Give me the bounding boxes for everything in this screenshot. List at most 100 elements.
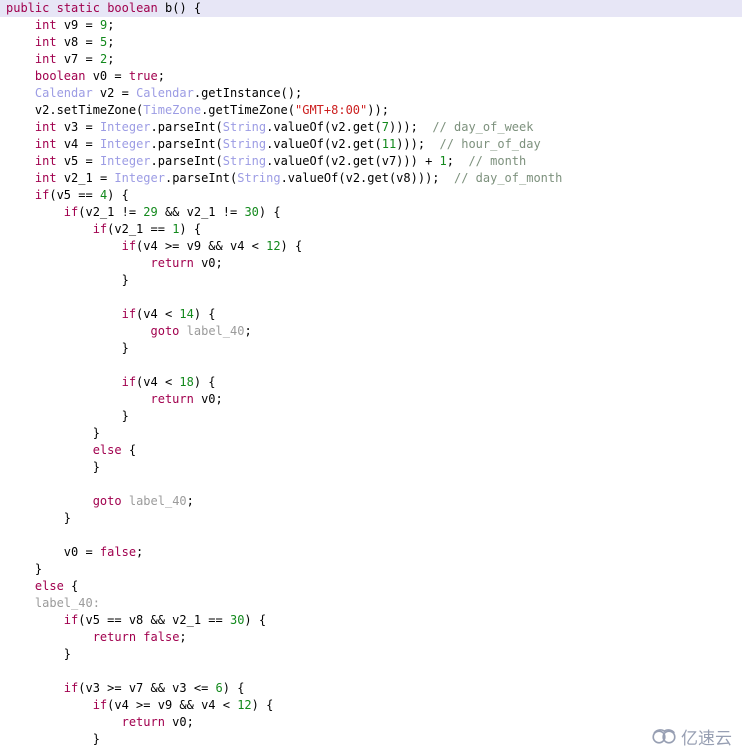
code-token-pln: ; (446, 154, 469, 168)
code-viewer[interactable]: public static boolean b() { int v9 = 9; … (0, 0, 742, 755)
code-token-pln: v8 = (56, 35, 100, 49)
code-token-cmt: // hour_of_day (439, 137, 541, 151)
code-line[interactable]: } (0, 408, 742, 425)
code-line[interactable]: int v7 = 2; (0, 51, 742, 68)
code-line[interactable]: int v9 = 9; (0, 17, 742, 34)
code-line[interactable] (0, 289, 742, 306)
code-token-pln: .parseInt( (150, 120, 223, 134)
code-line[interactable]: } (0, 731, 742, 748)
code-line[interactable]: } (0, 646, 742, 663)
code-token-num: 12 (237, 698, 252, 712)
code-line[interactable]: } (0, 272, 742, 289)
code-line[interactable]: if(v2_1 != 29 && v2_1 != 30) { (0, 204, 742, 221)
code-line[interactable]: if(v4 < 18) { (0, 374, 742, 391)
code-token-lbl: label_40 (128, 494, 187, 508)
code-line[interactable]: v0 = false; (0, 544, 742, 561)
code-token-cmt: // day_of_month (453, 171, 563, 185)
code-token-kw: int (34, 137, 57, 151)
code-line[interactable]: v2.setTimeZone(TimeZone.getTimeZone("GMT… (0, 102, 742, 119)
code-token-pln: .valueOf(v2.get(v8))); (280, 171, 454, 185)
code-line[interactable]: int v8 = 5; (0, 34, 742, 51)
code-token-cls: String (222, 120, 267, 134)
code-line[interactable]: goto label_40; (0, 323, 742, 340)
code-token-num: 30 (244, 205, 259, 219)
code-line[interactable] (0, 476, 742, 493)
code-token-kw: boolean (107, 1, 158, 15)
code-token-pln (49, 1, 56, 15)
code-token-cls: String (222, 154, 267, 168)
code-line[interactable]: } (0, 561, 742, 578)
code-token-kw: goto (150, 324, 180, 338)
code-token-num: 6 (215, 681, 223, 695)
code-line[interactable]: goto label_40; (0, 493, 742, 510)
code-line[interactable]: int v3 = Integer.parseInt(String.valueOf… (0, 119, 742, 136)
code-token-pln: } (121, 273, 129, 287)
code-line[interactable]: label_40: (0, 595, 742, 612)
code-token-num: 12 (266, 239, 281, 253)
code-line[interactable]: if(v4 < 14) { (0, 306, 742, 323)
code-line[interactable]: } (0, 425, 742, 442)
code-token-pln: (v5 == v8 && v2_1 == (78, 613, 230, 627)
code-line[interactable]: return false; (0, 629, 742, 646)
code-line[interactable]: return v0; (0, 255, 742, 272)
code-token-pln: v2 = (92, 86, 137, 100)
code-line[interactable]: if(v5 == v8 && v2_1 == 30) { (0, 612, 742, 629)
code-line[interactable]: if(v2_1 == 1) { (0, 221, 742, 238)
code-line[interactable]: boolean v0 = true; (0, 68, 742, 85)
code-line[interactable]: return v0; (0, 391, 742, 408)
code-token-str: "GMT+8:00" (295, 103, 368, 117)
code-line[interactable]: } (0, 340, 742, 357)
code-line[interactable]: return v0; (0, 714, 742, 731)
code-line[interactable]: } (0, 459, 742, 476)
code-line[interactable]: else { (0, 578, 742, 595)
code-token-cls: Integer (99, 154, 151, 168)
code-token-kw: true (128, 69, 158, 83)
code-token-pln: .parseInt( (150, 154, 223, 168)
code-body[interactable]: public static boolean b() { int v9 = 9; … (0, 0, 742, 748)
code-token-pln: { (63, 579, 79, 593)
code-token-pln: b() { (157, 1, 202, 15)
code-token-kw: if (121, 375, 137, 389)
code-token-kw: int (34, 154, 57, 168)
code-line[interactable]: else { (0, 442, 742, 459)
code-line[interactable] (0, 357, 742, 374)
code-token-pln: } (92, 732, 100, 746)
code-line[interactable]: int v4 = Integer.parseInt(String.valueOf… (0, 136, 742, 153)
code-line[interactable] (0, 527, 742, 544)
code-token-kw: goto (92, 494, 122, 508)
code-token-kw: if (34, 188, 50, 202)
code-token-cls: TimeZone (143, 103, 202, 117)
code-token-kw: return (92, 630, 137, 644)
code-token-pln: } (34, 562, 43, 576)
code-line[interactable]: public static boolean b() { (0, 0, 742, 17)
code-line[interactable]: } (0, 510, 742, 527)
code-token-num: 14 (179, 307, 194, 321)
code-token-pln: ) { (244, 613, 267, 627)
code-line[interactable]: if(v5 == 4) { (0, 187, 742, 204)
code-line[interactable]: int v2_1 = Integer.parseInt(String.value… (0, 170, 742, 187)
code-line[interactable]: if(v3 >= v7 && v3 <= 6) { (0, 680, 742, 697)
code-line[interactable]: Calendar v2 = Calendar.getInstance(); (0, 85, 742, 102)
code-line[interactable]: if(v4 >= v9 && v4 < 12) { (0, 238, 742, 255)
code-line[interactable] (0, 663, 742, 680)
code-token-lbl: label_40: (34, 596, 100, 610)
code-line[interactable]: if(v4 >= v9 && v4 < 12) { (0, 697, 742, 714)
code-line[interactable]: int v5 = Integer.parseInt(String.valueOf… (0, 153, 742, 170)
